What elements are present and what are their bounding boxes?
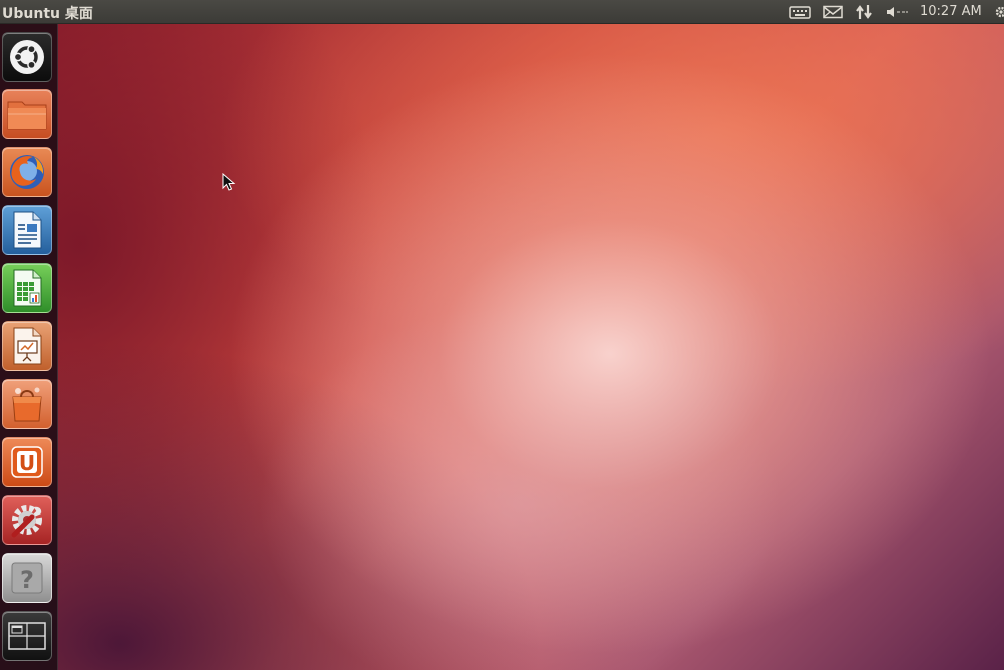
calc-icon (13, 269, 42, 307)
ubuntu-one-glyph: U (19, 451, 35, 475)
clock[interactable]: 10:27 AM (920, 4, 982, 19)
gear-icon (995, 6, 1004, 18)
ubuntu-logo-icon (10, 40, 44, 74)
launcher-workspace-switcher[interactable] (2, 611, 52, 661)
top-panel: Ubuntu 桌面 10:27 AM (0, 0, 1004, 24)
firefox-icon (10, 155, 44, 189)
launcher-dash-home[interactable] (2, 32, 52, 82)
launcher-writer[interactable] (2, 205, 52, 255)
launcher-impress[interactable] (2, 321, 52, 371)
ubuntu-one-icon: U (11, 446, 43, 478)
settings-icon (11, 505, 42, 538)
session-indicator[interactable] (992, 0, 1004, 24)
launcher-calc[interactable] (2, 263, 52, 313)
mail-icon (823, 5, 843, 19)
launcher: U ? (0, 24, 58, 670)
writer-icon (13, 211, 42, 249)
launcher-home-folder[interactable] (2, 89, 52, 139)
help-glyph: ? (20, 566, 34, 594)
messaging-indicator[interactable] (821, 0, 845, 24)
keyboard-icon (789, 6, 811, 19)
keyboard-indicator[interactable] (788, 0, 812, 24)
volume-icon (887, 7, 908, 17)
mouse-cursor-icon (222, 173, 236, 191)
window-title: Ubuntu 桌面 (2, 6, 93, 22)
workspace-switcher-icon (8, 622, 46, 650)
launcher-system-settings[interactable] (2, 495, 52, 545)
launcher-firefox[interactable] (2, 147, 52, 197)
launcher-software-center[interactable] (2, 379, 52, 429)
launcher-ubuntu-one[interactable]: U (2, 437, 52, 487)
volume-indicator[interactable] (884, 0, 910, 24)
network-indicator[interactable] (853, 0, 875, 24)
help-icon: ? (11, 562, 43, 594)
software-center-icon (12, 387, 42, 422)
impress-icon (13, 327, 42, 365)
network-icon (856, 5, 872, 19)
desktop-wallpaper[interactable] (0, 24, 1004, 670)
launcher-help[interactable]: ? (2, 553, 52, 603)
folder-icon (7, 101, 47, 130)
